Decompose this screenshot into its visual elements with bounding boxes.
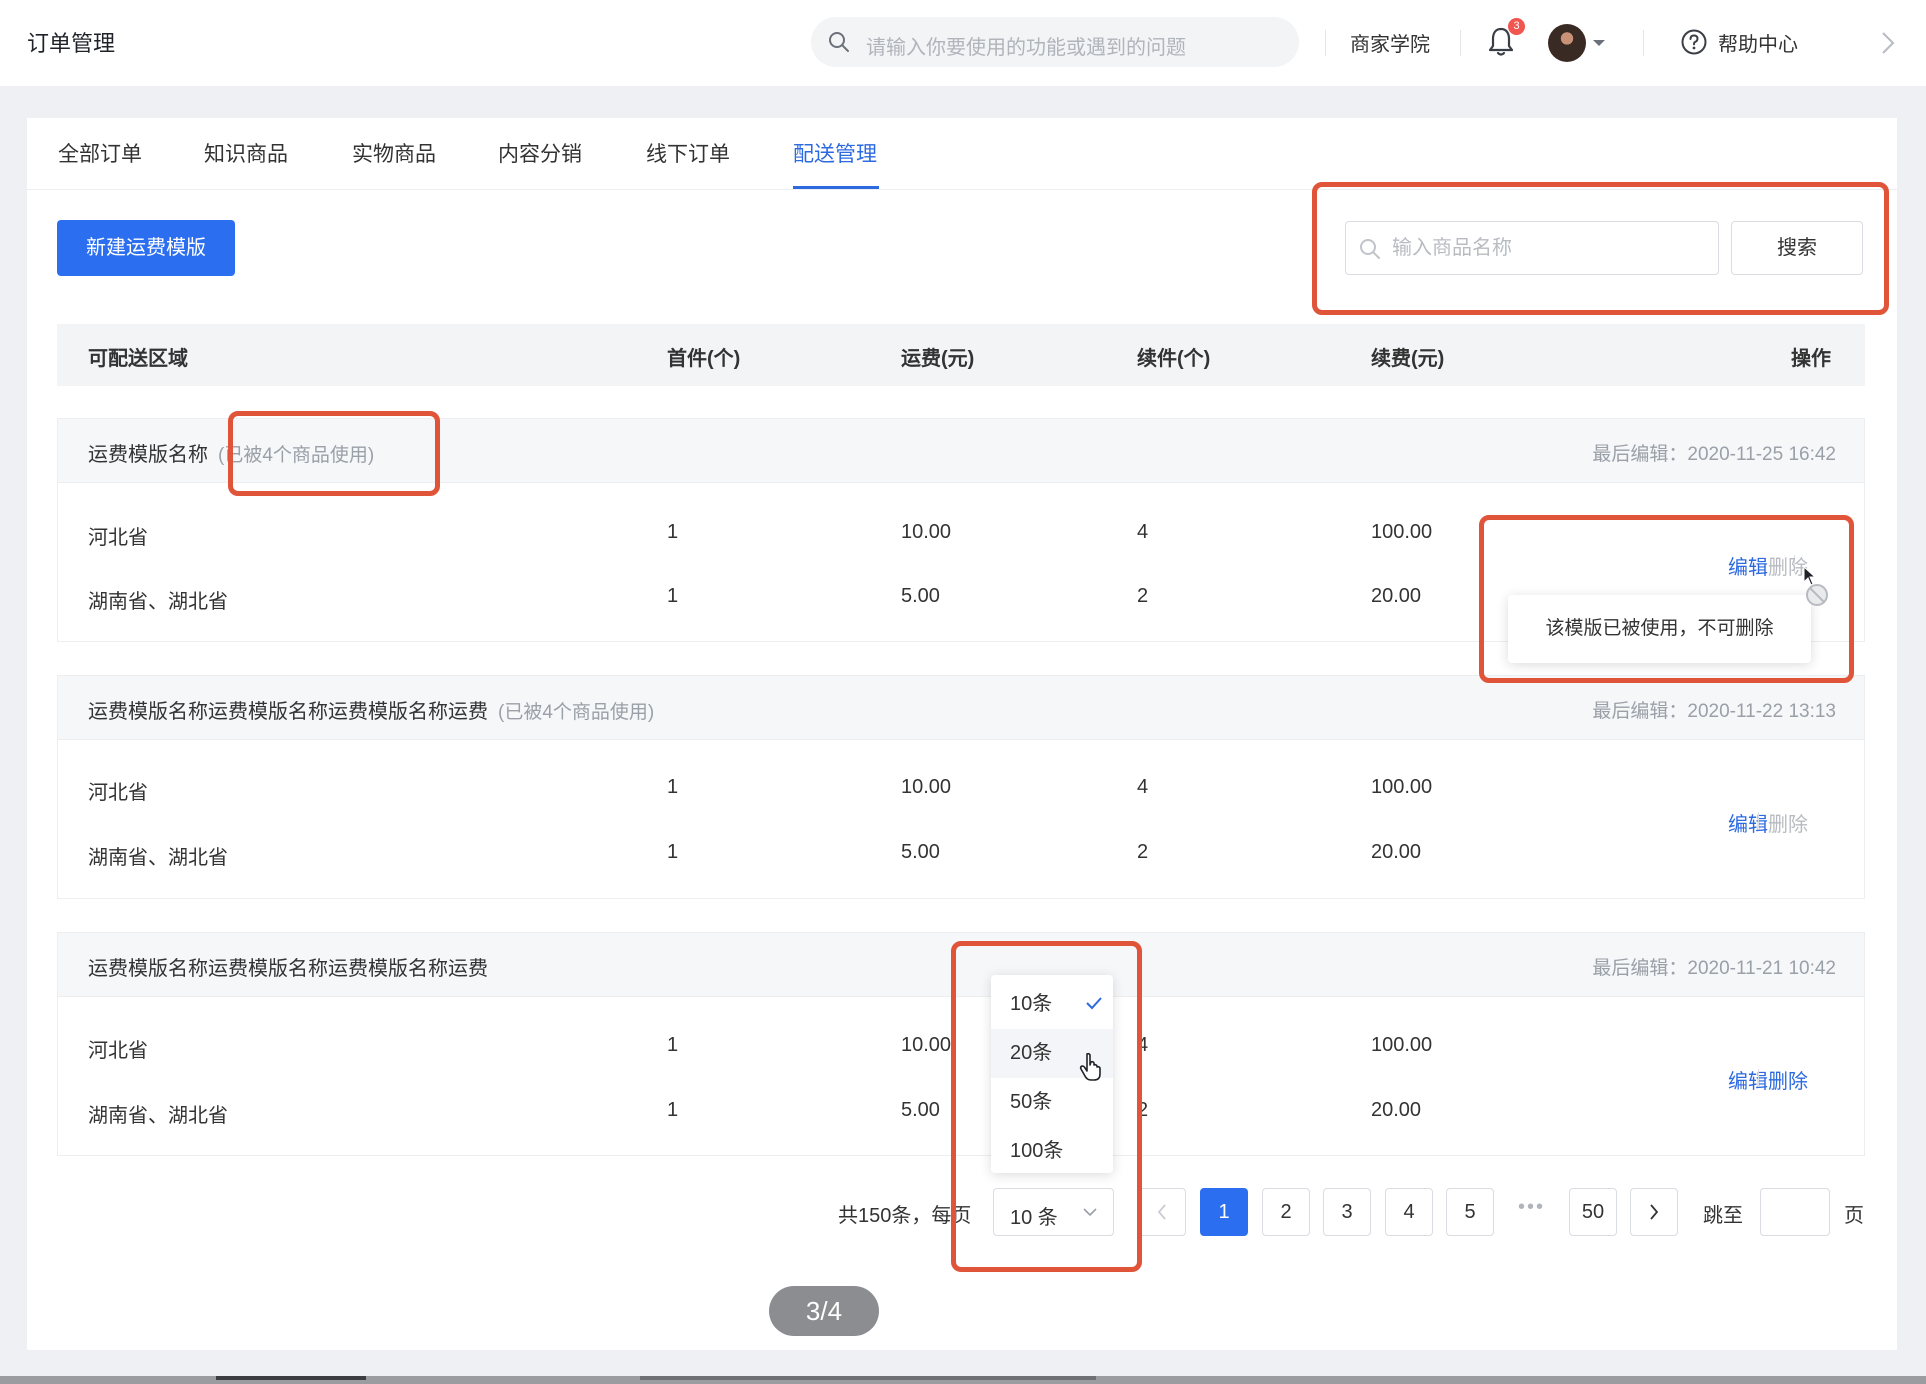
edit-link[interactable]: 编辑 bbox=[1728, 808, 1768, 837]
annotation-highlight-usage bbox=[228, 411, 440, 496]
page-button[interactable]: 4 bbox=[1385, 1188, 1433, 1236]
tab-knowledge-products[interactable]: 知识商品 bbox=[204, 138, 288, 168]
tab-content-distribution[interactable]: 内容分销 bbox=[498, 138, 582, 168]
extra-unit-cell: 2 bbox=[1137, 841, 1149, 863]
edit-link[interactable]: 编辑 bbox=[1728, 1065, 1768, 1094]
help-center-link[interactable]: 帮助中心 bbox=[1718, 28, 1798, 57]
extra-fee-cell: 20.00 bbox=[1371, 585, 1422, 607]
tab-delivery-management[interactable]: 配送管理 bbox=[793, 138, 877, 168]
active-tab-indicator bbox=[793, 186, 879, 189]
extra-fee-cell: 100.00 bbox=[1371, 521, 1433, 543]
divider bbox=[1325, 30, 1326, 56]
page-button[interactable]: 1 bbox=[1200, 1188, 1248, 1236]
divider bbox=[1643, 30, 1644, 56]
column-header-region: 可配送区域 bbox=[88, 348, 188, 370]
prev-page-button[interactable] bbox=[1138, 1188, 1186, 1236]
jump-to-label: 跳至 bbox=[1703, 1205, 1743, 1227]
fee-cell: 5.00 bbox=[901, 841, 940, 863]
global-search-placeholder: 请输入你要使用的功能或遇到的问题 bbox=[866, 37, 1186, 59]
scroll-indicator bbox=[216, 1376, 366, 1380]
new-shipping-template-button[interactable]: 新建运费模版 bbox=[57, 220, 235, 276]
extra-fee-cell: 100.00 bbox=[1371, 776, 1433, 798]
first-unit-cell: 1 bbox=[667, 776, 679, 798]
jump-to-page-input[interactable] bbox=[1760, 1188, 1830, 1236]
extra-fee-cell: 20.00 bbox=[1371, 841, 1422, 863]
divider bbox=[1758, 1069, 1759, 1087]
template-name: 运费模版名称运费模版名称运费模版名称运费 bbox=[88, 952, 498, 981]
avatar[interactable] bbox=[1548, 24, 1586, 62]
next-page-button[interactable] bbox=[1630, 1188, 1678, 1236]
tab-physical-products[interactable]: 实物商品 bbox=[352, 138, 436, 168]
page-button-last[interactable]: 50 bbox=[1569, 1188, 1617, 1236]
column-header-extra-unit: 续件(个) bbox=[1137, 348, 1211, 370]
template-name: 运费模版名称运费模版名称运费模版名称运费 (已被4个商品使用) bbox=[88, 695, 654, 724]
last-edited: 最后编辑：2020-11-25 16:42 bbox=[1592, 444, 1836, 465]
template-name-text: 运费模版名称 bbox=[88, 444, 208, 466]
extra-fee-cell: 20.00 bbox=[1371, 1099, 1422, 1121]
top-bar: 订单管理 请输入你要使用的功能或遇到的问题 商家学院 3 帮助中心 bbox=[0, 0, 1926, 86]
region-cell: 河北省 bbox=[88, 1040, 148, 1062]
region-cell: 湖南省、湖北省 bbox=[88, 847, 228, 869]
chevron-right-icon bbox=[1650, 1204, 1659, 1220]
page-title: 订单管理 bbox=[27, 31, 116, 56]
fee-cell: 5.00 bbox=[901, 585, 940, 607]
template-header: 运费模版名称运费模版名称运费模版名称运费 (已被4个商品使用) 最后编辑：2020… bbox=[58, 676, 1864, 740]
column-header-first-unit: 首件(个) bbox=[667, 348, 741, 370]
template-name-text: 运费模版名称运费模版名称运费模版名称运费 bbox=[88, 958, 488, 980]
column-header-fee: 运费(元) bbox=[901, 348, 975, 370]
tab-bar: 全部订单 知识商品 实物商品 内容分销 线下订单 配送管理 bbox=[27, 118, 1897, 190]
extra-unit-cell: 4 bbox=[1137, 776, 1149, 798]
usage-count: (已被4个商品使用) bbox=[498, 702, 655, 723]
first-unit-cell: 1 bbox=[667, 841, 679, 863]
column-header-actions: 操作 bbox=[1791, 348, 1831, 370]
first-unit-cell: 1 bbox=[667, 1099, 679, 1121]
extra-unit-cell: 2 bbox=[1137, 585, 1149, 607]
fee-cell: 10.00 bbox=[901, 521, 952, 543]
page-button[interactable]: 5 bbox=[1446, 1188, 1494, 1236]
region-cell: 河北省 bbox=[88, 527, 148, 549]
slide-counter: 3/4 bbox=[769, 1286, 879, 1336]
last-edited: 最后编辑：2020-11-21 10:42 bbox=[1592, 958, 1836, 979]
first-unit-cell: 1 bbox=[667, 521, 679, 543]
extra-fee-cell: 100.00 bbox=[1371, 1034, 1433, 1056]
help-icon[interactable] bbox=[1680, 28, 1708, 56]
scroll-indicator bbox=[640, 1376, 1096, 1380]
page-button[interactable]: 3 bbox=[1323, 1188, 1371, 1236]
annotation-highlight-search bbox=[1312, 182, 1889, 315]
fee-cell: 10.00 bbox=[901, 1034, 952, 1056]
page-button[interactable]: 2 bbox=[1262, 1188, 1310, 1236]
delete-link[interactable]: 删除 bbox=[1768, 1065, 1808, 1094]
region-cell: 湖南省、湖北省 bbox=[88, 1105, 228, 1127]
extra-unit-cell: 4 bbox=[1137, 521, 1149, 543]
last-edited: 最后编辑：2020-11-22 13:13 bbox=[1592, 701, 1836, 722]
tab-offline-orders[interactable]: 线下订单 bbox=[646, 138, 730, 168]
caret-down-icon[interactable] bbox=[1592, 38, 1606, 48]
region-cell: 河北省 bbox=[88, 782, 148, 804]
first-unit-cell: 1 bbox=[667, 585, 679, 607]
fee-cell: 10.00 bbox=[901, 776, 952, 798]
shipping-template-group: 运费模版名称运费模版名称运费模版名称运费 (已被4个商品使用) 最后编辑：2020… bbox=[57, 675, 1865, 899]
chevron-right-icon[interactable] bbox=[1880, 30, 1896, 56]
pagination-ellipsis[interactable]: ••• bbox=[1518, 1196, 1545, 1219]
divider bbox=[1460, 30, 1461, 56]
global-search-input[interactable]: 请输入你要使用的功能或遇到的问题 bbox=[811, 17, 1299, 67]
fee-cell: 5.00 bbox=[901, 1099, 940, 1121]
first-unit-cell: 1 bbox=[667, 1034, 679, 1056]
divider bbox=[1758, 812, 1759, 830]
page-suffix-label: 页 bbox=[1844, 1205, 1864, 1227]
table-header: 可配送区域 首件(个) 运费(元) 续件(个) 续费(元) 操作 bbox=[57, 324, 1865, 386]
annotation-highlight-page-size bbox=[951, 941, 1142, 1272]
annotation-highlight-delete bbox=[1479, 515, 1854, 683]
chevron-left-icon bbox=[1157, 1204, 1166, 1220]
column-header-extra-fee: 续费(元) bbox=[1371, 348, 1445, 370]
region-cell: 湖南省、湖北省 bbox=[88, 591, 228, 613]
search-icon bbox=[829, 32, 849, 52]
merchant-academy-link[interactable]: 商家学院 bbox=[1350, 28, 1430, 57]
notification-badge: 3 bbox=[1508, 18, 1525, 35]
tab-all-orders[interactable]: 全部订单 bbox=[58, 138, 142, 168]
delete-link[interactable]: 删除 bbox=[1768, 808, 1808, 837]
template-name-text: 运费模版名称运费模版名称运费模版名称运费 bbox=[88, 701, 488, 723]
